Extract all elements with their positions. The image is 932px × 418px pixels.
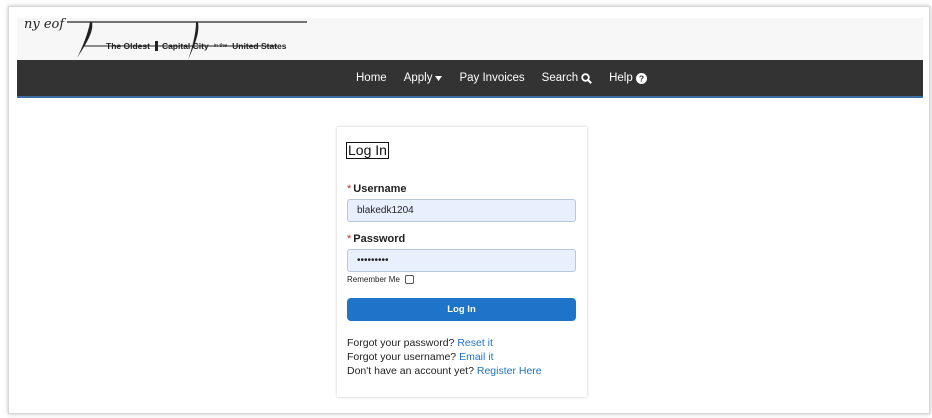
tagline-part-3: in the [213,43,228,49]
tagline-part-1: The Oldest [106,41,150,51]
nav-apply-label: Apply [403,72,433,84]
register-text: Don't have an account yet? [347,365,474,377]
search-icon [581,72,593,84]
nav-help-label: Help [609,72,633,84]
login-card: Log In * Username blakedk1204 * Password •… [337,127,587,397]
username-input[interactable]: blakedk1204 [347,199,576,222]
nav-home-label: Home [356,72,387,84]
nav-menu: Home Apply Pay Invoices Search Help ? [356,60,664,96]
reset-password-link[interactable]: Reset it [457,337,493,349]
required-marker: * [347,233,352,245]
remember-me-checkbox[interactable] [404,275,414,284]
svg-text:?: ? [639,73,644,83]
forgot-password-text: Forgot your password? [347,337,455,349]
main-navbar: Home Apply Pay Invoices Search Help ? [17,60,923,98]
password-label: * Password [347,233,405,245]
tagline-part-2: Capital City [154,41,209,51]
required-marker: * [347,183,352,195]
password-input[interactable]: ••••••••• [347,249,576,272]
remember-me-row: Remember Me [347,275,414,284]
nav-apply[interactable]: Apply [404,72,443,84]
nav-help[interactable]: Help ? [609,72,647,84]
forgot-username-text: Forgot your username? [347,351,457,363]
nav-pay-invoices[interactable]: Pay Invoices [459,72,524,84]
nav-pay-invoices-label: Pay Invoices [459,72,525,84]
register-line: Don't have an account yet? Register Here [347,365,542,377]
nav-search-label: Search [541,72,579,84]
register-link[interactable]: Register Here [477,365,542,377]
caret-down-icon [435,75,443,81]
nav-search[interactable]: Search [541,72,593,84]
nav-home[interactable]: Home [356,72,387,84]
logo-graphic: ny eof [24,17,307,60]
username-label: * Username [347,183,406,195]
username-label-text: Username [353,183,407,195]
login-button[interactable]: Log In [347,298,576,321]
question-circle-icon: ? [635,72,647,84]
forgot-username-line: Forgot your username? Email it [347,351,494,363]
logo-tagline: The Oldest Capital City in the United St… [106,41,287,51]
password-label-text: Password [353,233,406,245]
login-title: Log In [346,142,389,159]
tagline-part-4: United States [232,41,287,51]
logo-script: ny eof [24,17,66,32]
email-username-link[interactable]: Email it [459,351,493,363]
site-logo[interactable]: ny eof The Oldest Capital City in the Un… [22,14,312,64]
forgot-password-line: Forgot your password? Reset it [347,337,493,349]
remember-me-label: Remember Me [347,275,400,284]
